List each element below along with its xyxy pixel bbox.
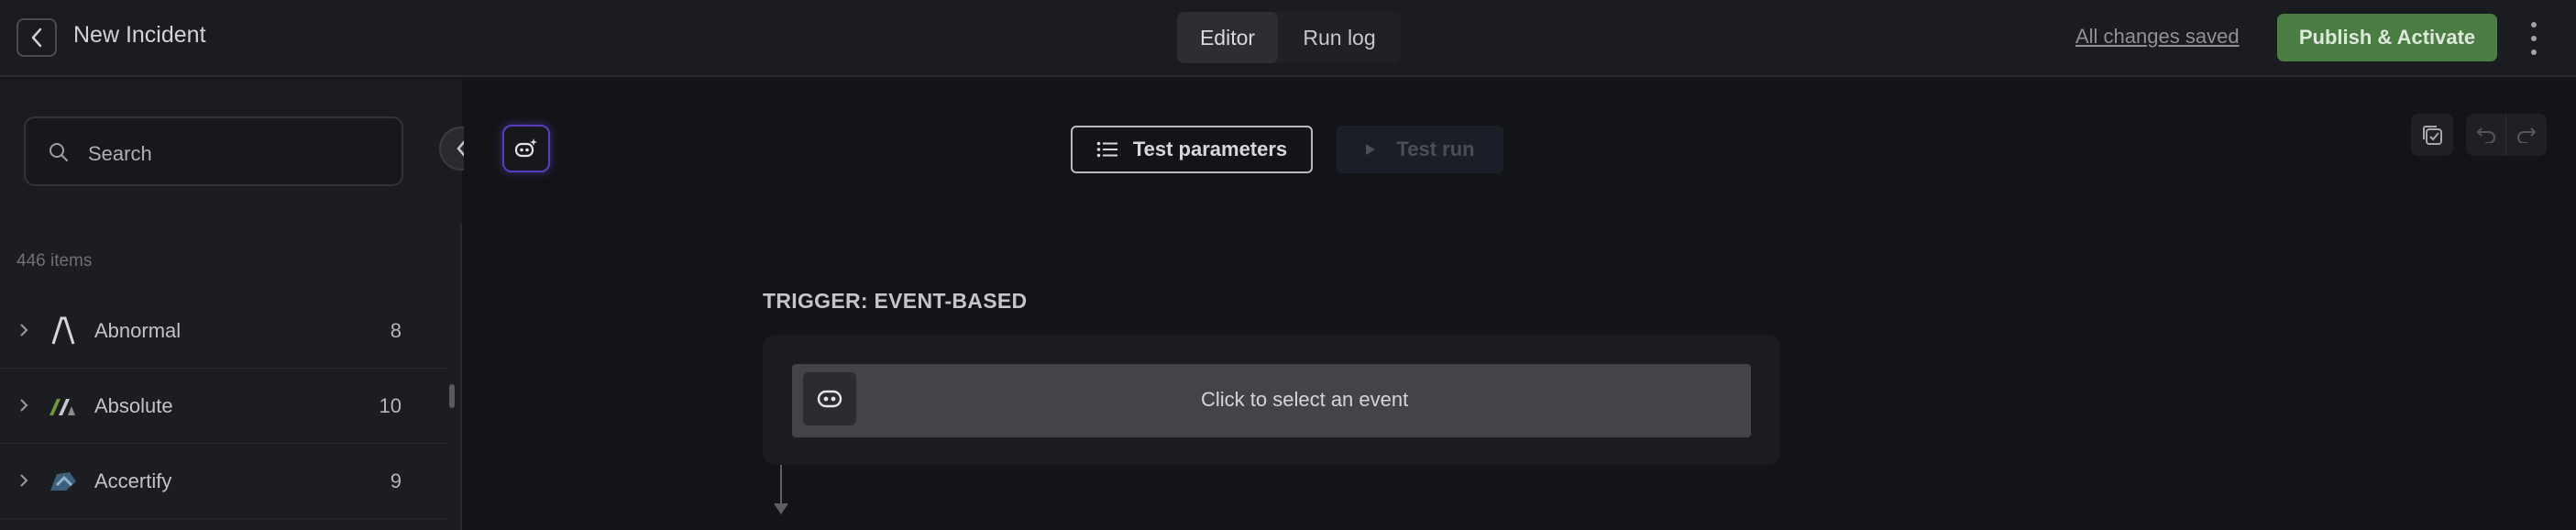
integrations-sidebar: Search 446 items Abnormal 8 Absolute 10	[0, 79, 462, 530]
chevron-right-icon	[20, 399, 28, 412]
abnormal-logo-icon	[48, 315, 79, 347]
save-status-link[interactable]: All changes saved	[2075, 25, 2240, 49]
integration-list: 446 items Abnormal 8 Absolute 10 Accerti…	[0, 224, 460, 530]
more-options-icon[interactable]	[2523, 18, 2545, 59]
page-title: New Incident	[73, 22, 206, 48]
back-button[interactable]	[17, 18, 57, 57]
chevron-right-icon	[20, 324, 28, 337]
redo-icon	[2517, 127, 2537, 143]
chevron-right-icon	[20, 474, 28, 487]
flow-connector	[780, 465, 782, 509]
trigger-heading: TRIGGER: EVENT-BASED	[763, 289, 1028, 313]
select-event-label: Click to select an event	[1201, 388, 1409, 411]
test-run-button[interactable]: Test run	[1337, 126, 1503, 173]
search-icon	[50, 143, 68, 161]
accertify-logo-icon	[48, 466, 79, 497]
search-placeholder: Search	[88, 142, 152, 165]
scrollbar-thumb[interactable]	[449, 384, 455, 408]
play-icon	[1366, 144, 1376, 155]
redo-button[interactable]	[2506, 114, 2547, 156]
tab-run-log[interactable]: Run log	[1278, 12, 1401, 63]
validate-button[interactable]	[2411, 114, 2453, 156]
search-section: Search	[0, 79, 462, 224]
list-item-count: 9	[390, 469, 402, 492]
chevron-left-icon	[31, 28, 42, 48]
list-item-name: Abnormal	[94, 319, 182, 342]
list-item-count: 10	[379, 394, 402, 417]
undo-button[interactable]	[2466, 114, 2506, 156]
item-count: 446 items	[17, 251, 93, 271]
test-parameters-button[interactable]: Test parameters	[1071, 126, 1313, 173]
list-item-abnormal[interactable]: Abnormal 8	[0, 293, 447, 369]
top-bar: New Incident Editor Run log All changes …	[0, 0, 2576, 77]
list-item-absolute[interactable]: Absolute 10	[0, 369, 447, 444]
robot-icon	[817, 390, 842, 408]
robot-sparkle-icon	[514, 138, 537, 158]
undo-redo-group	[2466, 114, 2547, 156]
test-parameters-label: Test parameters	[1132, 138, 1288, 160]
copy-check-icon	[2423, 126, 2442, 145]
event-icon	[803, 372, 856, 425]
tab-editor[interactable]: Editor	[1177, 12, 1278, 63]
list-item-accertify[interactable]: Accertify 9	[0, 444, 447, 519]
flow-arrow-icon	[774, 503, 788, 514]
tab-bar: Editor Run log	[1177, 12, 1401, 63]
undo-icon	[2476, 127, 2495, 143]
list-icon	[1096, 141, 1117, 158]
search-input[interactable]: Search	[24, 116, 403, 186]
list-item-name: Accertify	[94, 469, 172, 492]
absolute-logo-icon	[48, 391, 79, 422]
ai-assistant-button[interactable]	[502, 125, 550, 172]
test-run-label: Test run	[1396, 138, 1475, 160]
list-item-name: Absolute	[94, 394, 173, 417]
list-item-count: 8	[390, 319, 402, 342]
publish-activate-button[interactable]: Publish & Activate	[2277, 14, 2497, 61]
